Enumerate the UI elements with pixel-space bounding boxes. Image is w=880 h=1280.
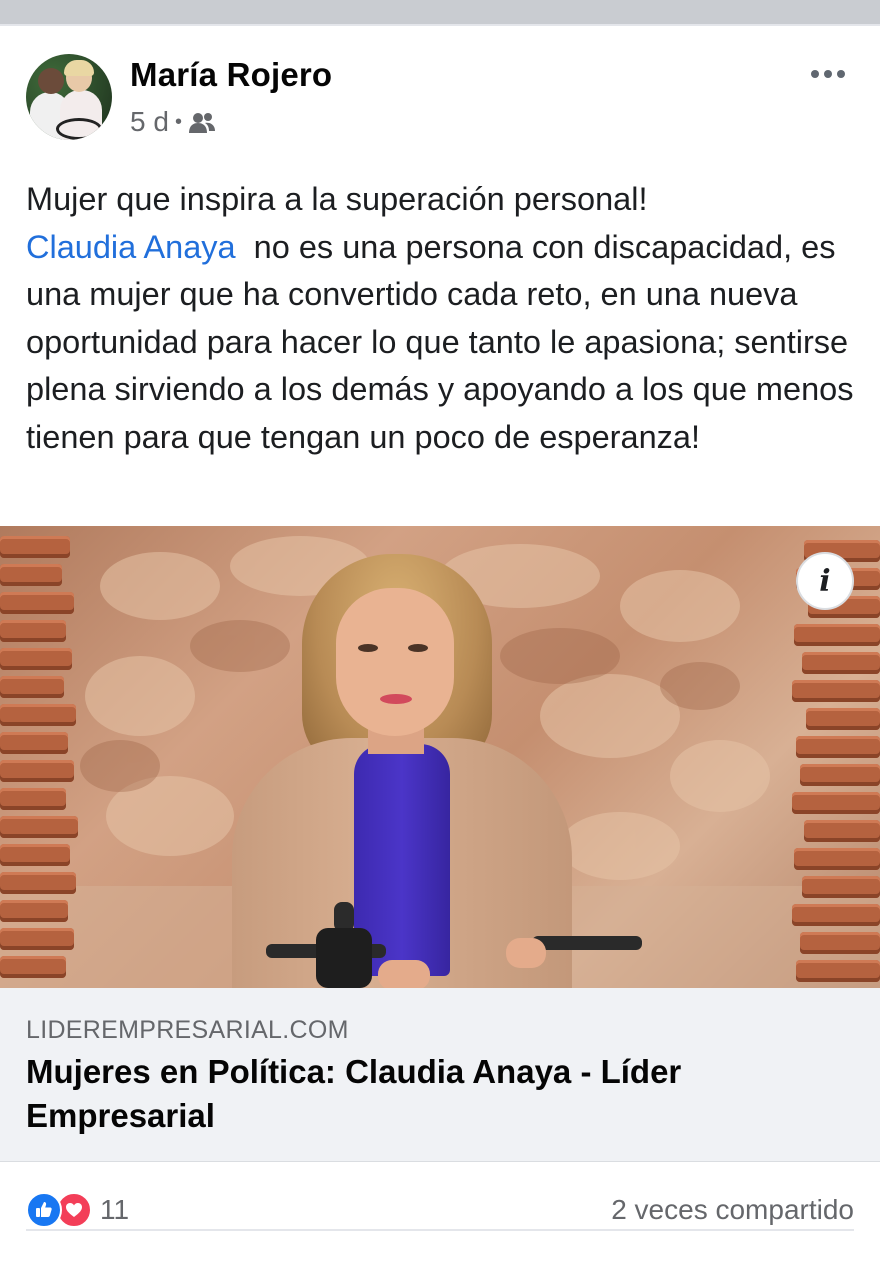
- feed-post: María Rojero 5 d • Mujer que inspira a l…: [0, 28, 880, 1280]
- mention-link[interactable]: Claudia Anaya: [26, 229, 236, 265]
- post-text: Mujer que inspira a la superación person…: [26, 176, 866, 462]
- more-options-icon[interactable]: [802, 54, 854, 94]
- author-name[interactable]: María Rojero: [130, 56, 332, 94]
- info-icon[interactable]: i: [796, 552, 854, 610]
- post-meta: 5 d •: [130, 106, 216, 138]
- link-title[interactable]: Mujeres en Política: Claudia Anaya - Líd…: [26, 1050, 846, 1138]
- friends-icon: [188, 110, 216, 134]
- reactions-summary[interactable]: 11: [26, 1190, 129, 1230]
- action-bar-divider: [26, 1229, 854, 1231]
- author-avatar[interactable]: [26, 54, 112, 140]
- brick-pillar-left: [0, 526, 86, 988]
- link-domain: LIDEREMPRESARIAL.COM: [26, 1016, 349, 1044]
- photo-subject: [232, 548, 652, 988]
- like-icon: [26, 1192, 62, 1228]
- share-count[interactable]: 2 veces compartido: [611, 1194, 854, 1226]
- reaction-count: 11: [100, 1194, 130, 1225]
- link-preview-image[interactable]: i: [0, 526, 880, 988]
- post-engagement: 11 2 veces compartido: [26, 1186, 854, 1240]
- post-text-intro: Mujer que inspira a la superación person…: [26, 181, 648, 217]
- feed-separator: [0, 0, 880, 26]
- post-time[interactable]: 5 d: [130, 106, 169, 138]
- post-header: María Rojero 5 d •: [26, 54, 854, 144]
- meta-separator: •: [174, 110, 182, 133]
- link-preview-caption[interactable]: LIDEREMPRESARIAL.COM Mujeres en Política…: [0, 988, 880, 1162]
